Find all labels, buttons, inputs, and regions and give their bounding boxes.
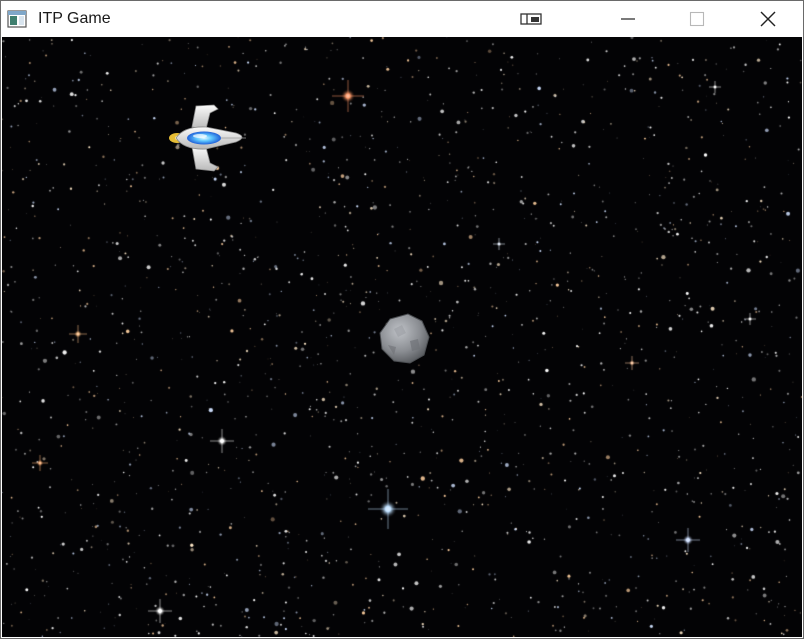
compact-overlay-button[interactable] [507, 1, 555, 37]
asteroid-icon [379, 313, 430, 364]
close-button[interactable] [744, 1, 792, 37]
title-bar[interactable]: ITP Game [1, 1, 803, 37]
window-app-icon [7, 10, 27, 28]
maximize-icon [689, 11, 705, 27]
minimize-icon [621, 18, 635, 20]
maximize-button[interactable] [673, 1, 721, 37]
compact-overlay-icon [520, 13, 542, 25]
close-icon [760, 11, 776, 27]
game-canvas[interactable] [2, 37, 802, 637]
minimize-button[interactable] [604, 1, 652, 37]
game-window: ITP Game [0, 0, 804, 639]
window-title: ITP Game [38, 10, 111, 27]
spaceship-icon [169, 104, 246, 172]
